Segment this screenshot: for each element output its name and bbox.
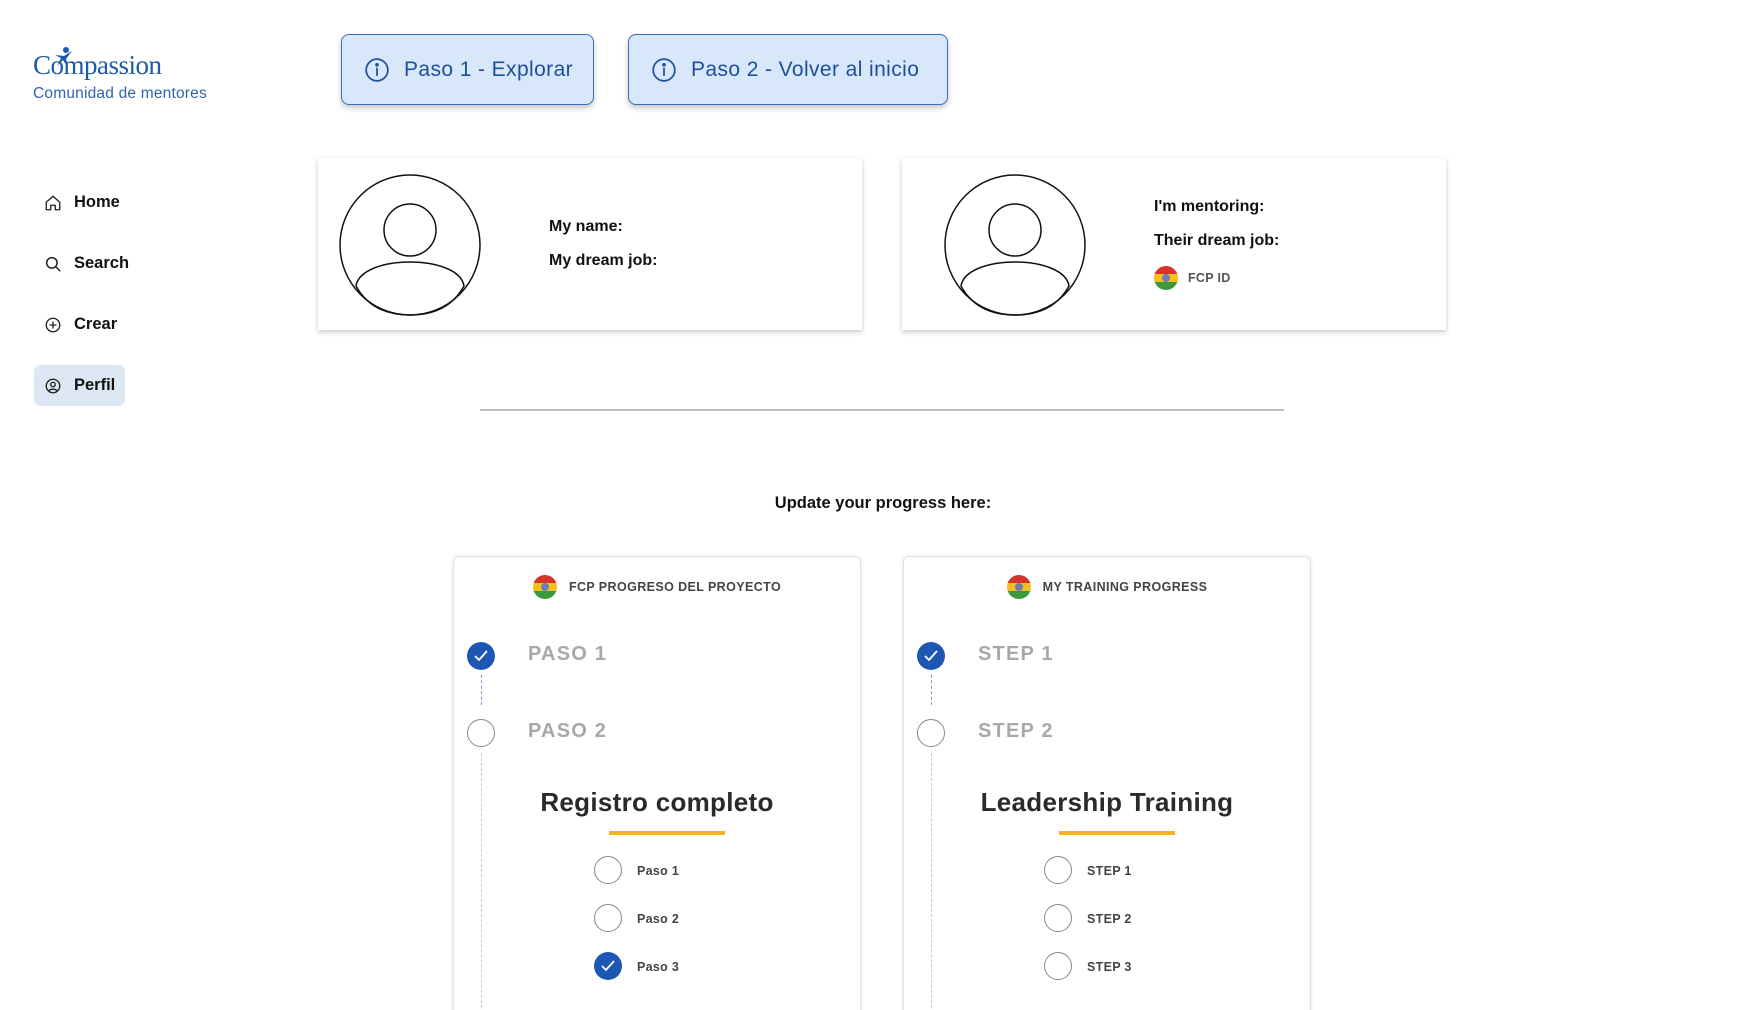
my-dream-job-label: My dream job: [549, 252, 658, 269]
my-name-label: My name: [549, 218, 623, 235]
button-label: Paso 1 - Explorar [404, 57, 574, 81]
my-profile-card: My name: My dream job: [318, 158, 862, 330]
substep-1-checkbox[interactable] [594, 856, 622, 884]
info-icon [652, 57, 676, 82]
mentee-profile-card: I'm mentoring: Their dream job: FCP ID [902, 158, 1446, 330]
step-1-label: PASO 1 [528, 643, 608, 665]
sidebar-item-search[interactable]: Search [34, 243, 139, 284]
sidebar-nav: Home Search Crear Perfil [34, 182, 154, 426]
avatar-placeholder-icon[interactable] [339, 174, 481, 316]
card-header-label: MY TRAINING PROGRESS [1042, 580, 1208, 594]
card-header-label: FCP PROGRESO DEL PROYECTO [568, 580, 782, 594]
step-1-checkbox[interactable] [917, 642, 945, 670]
card-header: FCP PROGRESO DEL PROYECTO [454, 575, 860, 599]
user-circle-icon [45, 378, 61, 393]
step-connector [931, 675, 932, 705]
title-underline [1059, 831, 1175, 835]
step-1-label: STEP 1 [978, 643, 1054, 665]
brand-subtitle: Comunidad de mentores [33, 85, 207, 102]
substep-2-label: Paso 2 [637, 912, 680, 926]
fcp-id-row: FCP ID [1154, 266, 1231, 290]
training-progress-card: MY TRAINING PROGRESS STEP 1 STEP 2 Leade… [903, 556, 1311, 1010]
avatar-placeholder-icon[interactable] [944, 174, 1086, 316]
substep-3-label: STEP 3 [1087, 960, 1132, 974]
button-label: Paso 2 - Volver al inicio [691, 57, 920, 81]
search-icon [45, 256, 61, 271]
compassion-logo: Compassion [33, 47, 207, 79]
paso-2-volver-button[interactable]: Paso 2 - Volver al inicio [628, 34, 948, 105]
sidebar-item-label: Search [74, 254, 130, 272]
step-2-checkbox[interactable] [917, 719, 945, 747]
step-2-label: STEP 2 [978, 720, 1054, 742]
their-dream-job-label: Their dream job: [1154, 232, 1280, 249]
country-flag-icon [532, 575, 557, 599]
fcp-id-label: FCP ID [1188, 271, 1231, 285]
title-underline [609, 831, 725, 835]
country-flag-icon [1154, 266, 1178, 290]
mentoring-label: I'm mentoring: [1154, 198, 1265, 215]
step-2-label: PASO 2 [528, 720, 608, 742]
home-icon [45, 195, 61, 210]
paso-1-explorar-button[interactable]: Paso 1 - Explorar [341, 34, 594, 105]
substep-2-checkbox[interactable] [1044, 904, 1072, 932]
project-progress-card: FCP PROGRESO DEL PROYECTO PASO 1 PASO 2 … [453, 556, 861, 1010]
substep-3-checkbox[interactable] [594, 952, 622, 980]
substep-3-label: Paso 3 [637, 960, 680, 974]
sidebar-item-crear[interactable]: Crear [34, 304, 127, 345]
section-title: Leadership Training [980, 787, 1234, 817]
step-2-checkbox[interactable] [467, 719, 495, 747]
step-1-checkbox[interactable] [467, 642, 495, 670]
progress-prompt: Update your progress here: [774, 494, 992, 512]
brand-logo[interactable]: Compassion Comunidad de mentores [33, 47, 207, 103]
substep-2-label: STEP 2 [1087, 912, 1132, 926]
sidebar-item-perfil[interactable]: Perfil [34, 365, 126, 406]
check-icon [474, 650, 488, 662]
substep-3-checkbox[interactable] [1044, 952, 1072, 980]
substep-2-checkbox[interactable] [594, 904, 622, 932]
sidebar-item-home[interactable]: Home [34, 182, 130, 223]
compassion-figure-icon [55, 47, 72, 68]
country-flag-icon [1006, 575, 1031, 599]
sidebar-item-label: Crear [74, 315, 118, 333]
substep-1-label: STEP 1 [1087, 864, 1132, 878]
info-icon [365, 57, 389, 82]
substep-1-checkbox[interactable] [1044, 856, 1072, 884]
check-icon [601, 960, 615, 972]
substep-1-label: Paso 1 [637, 864, 680, 878]
sidebar-item-label: Perfil [74, 376, 116, 394]
card-header: MY TRAINING PROGRESS [904, 575, 1310, 599]
check-icon [924, 650, 938, 662]
section-divider [480, 409, 1284, 411]
plus-circle-icon [45, 317, 61, 332]
section-title: Registro completo [540, 787, 774, 817]
sidebar-item-label: Home [74, 193, 120, 211]
step-connector [481, 675, 482, 705]
